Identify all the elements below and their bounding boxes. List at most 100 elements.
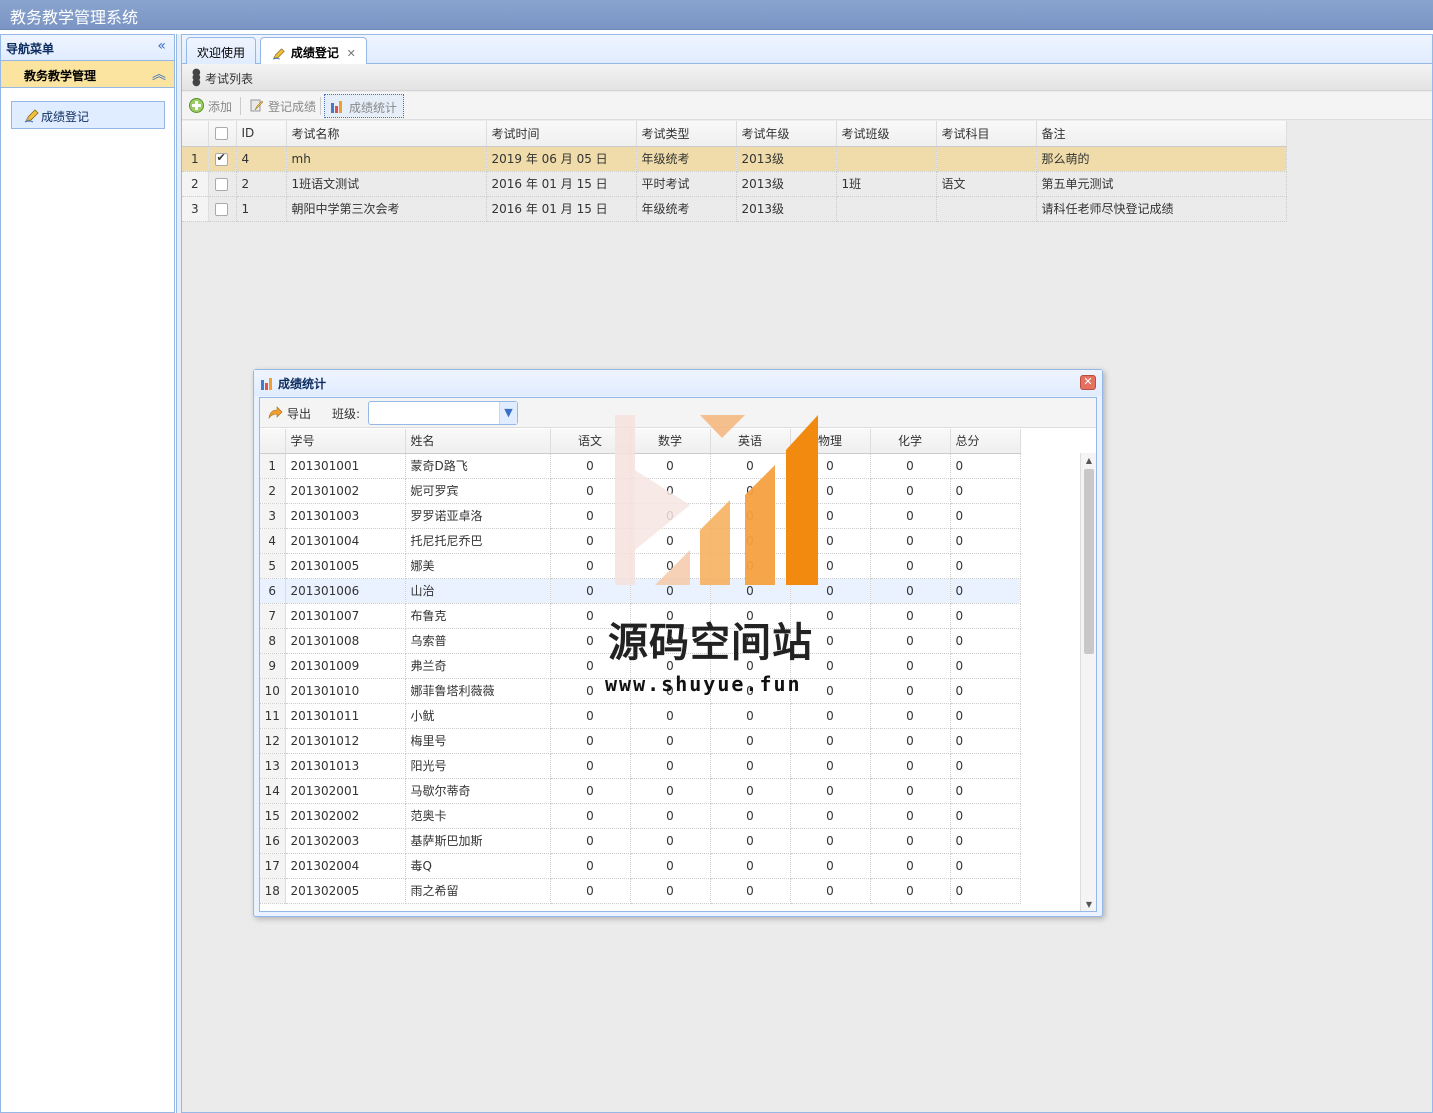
column-header[interactable]: 备注 [1036,121,1287,147]
row-checkbox[interactable] [214,177,228,191]
column-header[interactable]: 数学 [630,429,711,454]
table-cell: 2013级 [736,196,837,222]
table-row[interactable]: 6 201301006 山治 0 0 0 0 0 0 [260,578,1021,604]
column-header[interactable]: 考试名称 [286,121,487,147]
table-cell: 4 [236,146,287,172]
row-number: 2 [260,478,286,504]
row-number: 2 [182,171,209,197]
table-cell: 阳光号 [405,753,551,779]
column-header[interactable]: 考试类型 [636,121,737,147]
row-number: 8 [260,628,286,654]
score-stats-button[interactable]: 成绩统计 [324,94,405,118]
rownum-header [182,121,209,147]
table-cell: 0 [790,478,871,504]
table-row[interactable]: 17 201302004 毒Q 0 0 0 0 0 0 [260,853,1021,879]
close-icon[interactable]: ✕ [347,47,356,60]
table-cell: 0 [870,628,951,654]
table-row[interactable]: 3 201301003 罗罗诺亚卓洛 0 0 0 0 0 0 [260,503,1021,529]
scrollbar-thumb[interactable] [1084,469,1094,654]
table-row[interactable]: 16 201302003 基萨斯巴加斯 0 0 0 0 0 0 [260,828,1021,854]
row-select-cell[interactable] [208,146,237,172]
close-icon[interactable]: ✕ [1080,375,1096,390]
table-cell: 0 [710,578,791,604]
table-row[interactable]: 14 201302001 马歇尔蒂奇 0 0 0 0 0 0 [260,778,1021,804]
table-cell: 0 [550,828,631,854]
table-cell: 201301008 [285,628,406,654]
table-row[interactable]: 4 201301004 托尼托尼乔巴 0 0 0 0 0 0 [260,528,1021,554]
chevron-up-icon[interactable]: ︽ [152,64,166,84]
table-row[interactable]: 13 201301013 阳光号 0 0 0 0 0 0 [260,753,1021,779]
table-cell: 201301001 [285,453,406,479]
nav-item-score-register[interactable]: 成绩登记 [11,101,165,129]
table-row[interactable]: 18 201302005 雨之希留 0 0 0 0 0 0 [260,878,1021,904]
class-select[interactable]: ▼ [368,401,518,425]
bar-chart-icon [331,101,342,113]
collapse-left-icon[interactable]: « [157,38,166,54]
table-cell: 0 [550,553,631,579]
column-header[interactable]: 物理 [790,429,871,454]
column-header[interactable]: 考试时间 [486,121,637,147]
tab-score-register[interactable]: 成绩登记 ✕ [260,37,367,65]
row-checkbox[interactable] [214,202,228,216]
table-row[interactable]: 1 4mh2019 年 06 月 05 日年级统考2013级 那么萌的 [182,146,1287,172]
table-row[interactable]: 3 1 朝阳中学第三次会考 2016 年 01 月 15 日年级统考 2013级 请科任老… [182,196,1287,222]
column-header[interactable]: 姓名 [405,429,551,454]
column-header[interactable]: 考试年级 [736,121,837,147]
table-row[interactable]: 10 201301010 娜菲鲁塔利薇薇 0 0 0 0 0 0 [260,678,1021,704]
tab-welcome[interactable]: 欢迎使用 [186,37,257,64]
dialog-header[interactable]: 成绩统计 ✕ [254,370,1102,396]
table-row[interactable]: 12 201301012 梅里号 0 0 0 0 0 0 [260,728,1021,754]
column-header[interactable]: 考试班级 [836,121,937,147]
register-score-label: 登记成绩 [268,100,317,114]
table-row[interactable]: 1 201301001 蒙奇D路飞 0 0 0 0 0 0 [260,453,1021,479]
register-score-button[interactable]: 登记成绩 [244,94,322,118]
table-cell: 年级统考 [636,196,737,222]
column-header[interactable]: 总分 [950,429,1021,454]
table-cell: 0 [710,653,791,679]
table-row[interactable]: 5 201301005 娜美 0 0 0 0 0 0 [260,553,1021,579]
column-header[interactable]: 英语 [710,429,791,454]
edit-doc-icon [250,99,264,112]
table-row[interactable]: 2 201301002 妮可罗宾 0 0 0 0 0 0 [260,478,1021,504]
table-cell: 0 [710,803,791,829]
table-row[interactable]: 8 201301008 乌索普 0 0 0 0 0 0 [260,628,1021,654]
table-row[interactable]: 11 201301011 小鱿 0 0 0 0 0 0 [260,703,1021,729]
scroll-up-icon[interactable]: ▲ [1081,453,1096,469]
row-number: 15 [260,803,286,829]
row-select-cell[interactable] [208,196,237,222]
table-row[interactable]: 15 201302002 范奥卡 0 0 0 0 0 0 [260,803,1021,829]
table-cell: 布鲁克 [405,603,551,629]
row-checkbox[interactable] [214,151,228,166]
table-row[interactable]: 7 201301007 布鲁克 0 0 0 0 0 0 [260,603,1021,629]
column-header[interactable]: 化学 [870,429,951,454]
add-button[interactable]: 添加 [184,94,238,118]
score-grid-header: 学号 姓名 语文 数学 英语 物理 化学 总分 [260,429,1021,454]
table-cell: 2 [236,171,287,197]
row-select-cell[interactable] [208,171,237,197]
table-row[interactable]: 2 2 1班语文测试 2016 年 01 月 15 日平时考试 2013级 1班 语文 第五单… [182,171,1287,197]
row-number: 16 [260,828,286,854]
export-arrow-icon [268,406,283,420]
table-cell: 山治 [405,578,551,604]
column-header[interactable]: 学号 [285,429,406,454]
table-cell: 0 [630,553,711,579]
chevron-down-icon[interactable]: ▼ [499,402,517,424]
row-number: 18 [260,878,286,904]
score-grid-scrollbar[interactable]: ▲ ▼ [1080,453,1096,911]
nav-section-header[interactable]: 教务教学管理 ︽ [1,61,174,88]
table-cell: 2013级 [736,146,837,172]
table-row[interactable]: 9 201301009 弗兰奇 0 0 0 0 0 0 [260,653,1021,679]
scroll-down-icon[interactable]: ▼ [1081,897,1096,911]
vertical-dots-icon: ● ● ● [192,67,201,88]
table-cell: 0 [630,803,711,829]
row-number: 6 [260,578,286,604]
row-number: 3 [260,503,286,529]
column-header[interactable]: 考试科目 [936,121,1037,147]
table-cell: 0 [790,503,871,529]
column-header[interactable]: 语文 [550,429,631,454]
export-button[interactable]: 导出 [265,403,311,423]
column-header[interactable]: ID [236,121,287,147]
table-cell: 0 [950,653,1021,679]
select-all-checkbox[interactable] [214,127,228,141]
select-all-cell[interactable] [208,121,237,147]
